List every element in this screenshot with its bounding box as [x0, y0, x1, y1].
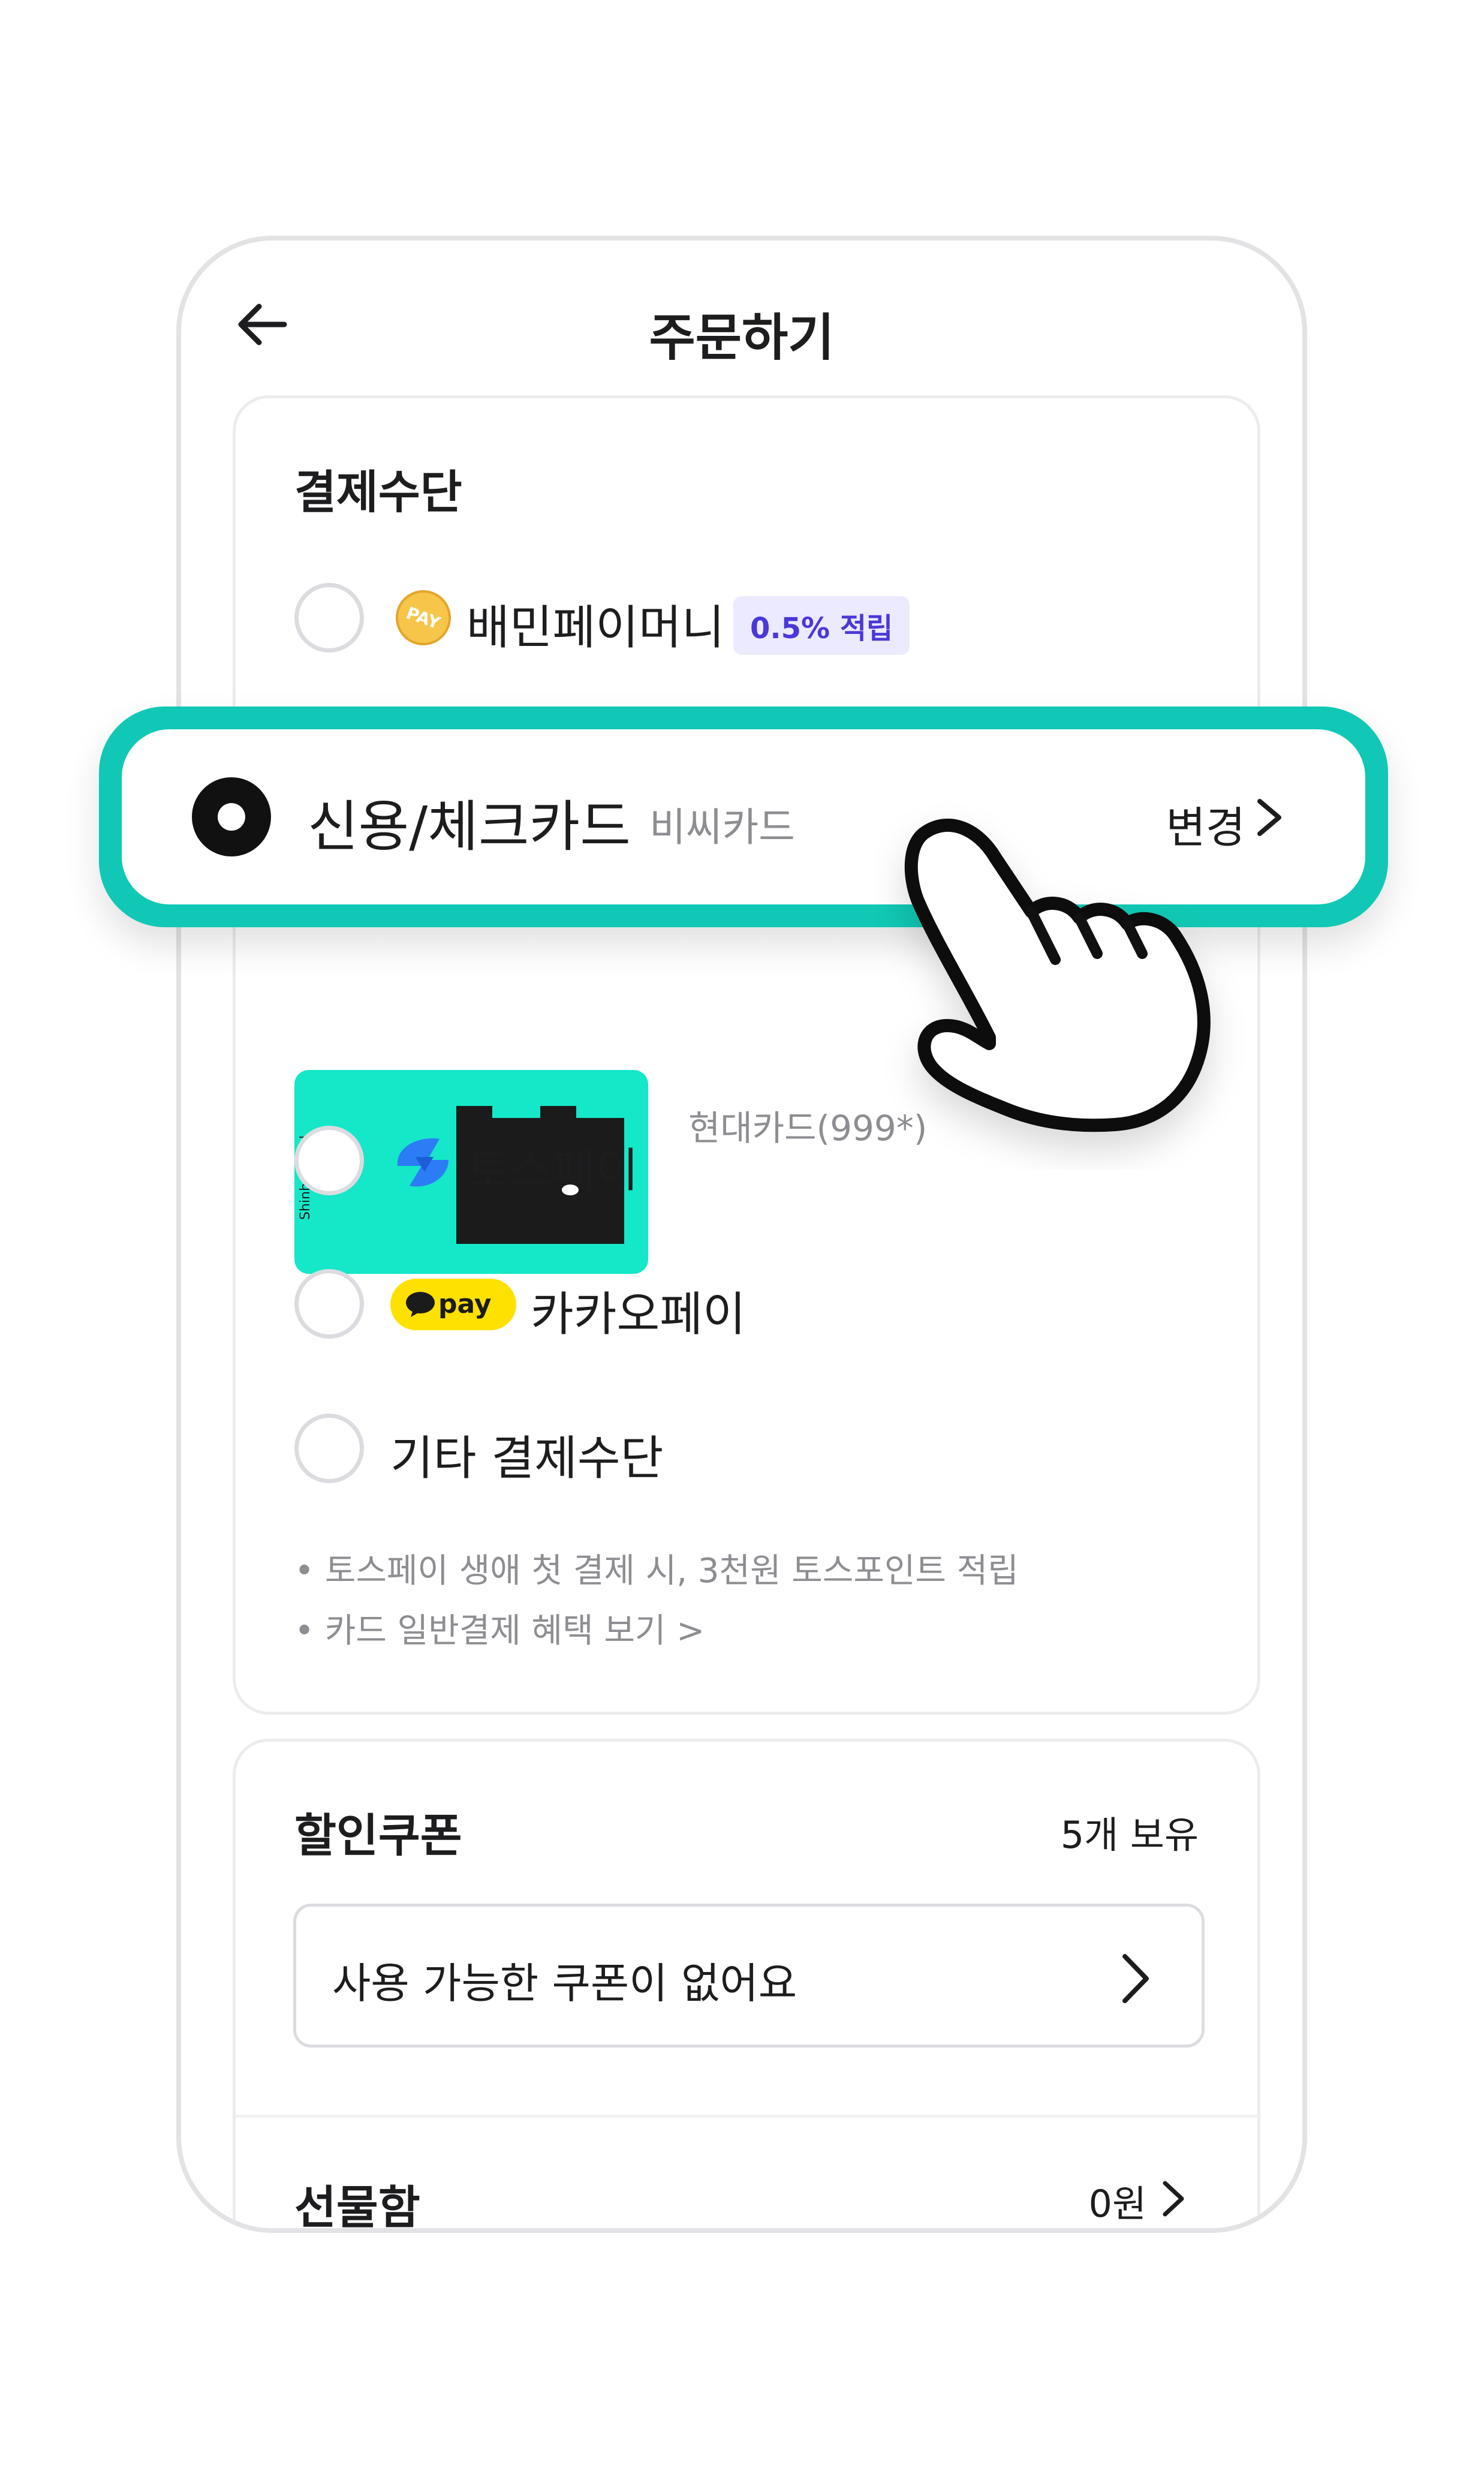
reward-badge: 0.5% 적립	[733, 596, 910, 655]
chevron-right-icon	[1122, 1954, 1149, 2003]
option-label-credit-card: 신용/체크카드	[308, 795, 631, 859]
toss-promo-note: • 토스페이 생애 첫 결제 시, 3천원 토스포인트 적립	[294, 1552, 1019, 1591]
card-benefit-link[interactable]: • 카드 일반결제 혜택 보기 >	[294, 1604, 705, 1652]
phone-frame: 주문하기 결제수단 PAY 배민페이머니 0.5% 적립 ShinhanCard…	[176, 236, 1307, 2233]
coupon-count: 5개 보유	[1060, 1813, 1199, 1857]
option-label-baemin-pay: 배민페이머니	[466, 601, 725, 655]
coupon-field-text: 사용 가능한 쿠폰이 없어요	[332, 1959, 797, 2008]
card-issuer-label: 비씨카드	[649, 804, 795, 850]
gift-value[interactable]: 0원	[1089, 2174, 1147, 2227]
payment-section-title: 결제수단	[294, 465, 462, 519]
chevron-right-icon[interactable]	[1251, 796, 1287, 838]
radio-credit-card-selected[interactable]	[192, 777, 271, 856]
radio-baemin-pay[interactable]	[294, 583, 364, 653]
page-title: 주문하기	[649, 308, 835, 367]
radio-other-payment[interactable]	[294, 1414, 364, 1483]
svg-text:pay: pay	[438, 1289, 492, 1319]
pointing-hand-icon	[904, 818, 1211, 1132]
toss-icon	[398, 1138, 448, 1187]
option-label-kakao-pay: 카카오페이	[531, 1288, 746, 1342]
discount-section: 할인쿠폰 5개 보유 사용 가능한 쿠폰이 없어요 선물함 0원	[233, 1739, 1260, 2233]
gift-section-title: 선물함	[294, 2181, 420, 2233]
kakaopay-icon: pay	[390, 1279, 516, 1330]
radio-kakao-pay[interactable]	[294, 1269, 364, 1339]
option-label-toss-pay: 토스페이	[466, 1144, 639, 1198]
option-label-other-payment: 기타 결제수단	[390, 1432, 664, 1486]
baemin-pay-coin-icon: PAY	[396, 590, 451, 645]
coupon-select-field[interactable]: 사용 가능한 쿠폰이 없어요	[293, 1904, 1205, 2048]
section-divider	[236, 2115, 1257, 2118]
gift-chevron-right-icon[interactable]	[1160, 2180, 1187, 2218]
coupon-section-title: 할인쿠폰	[294, 1809, 462, 1862]
radio-toss-pay[interactable]	[294, 1126, 364, 1195]
header: 주문하기	[181, 241, 1302, 396]
